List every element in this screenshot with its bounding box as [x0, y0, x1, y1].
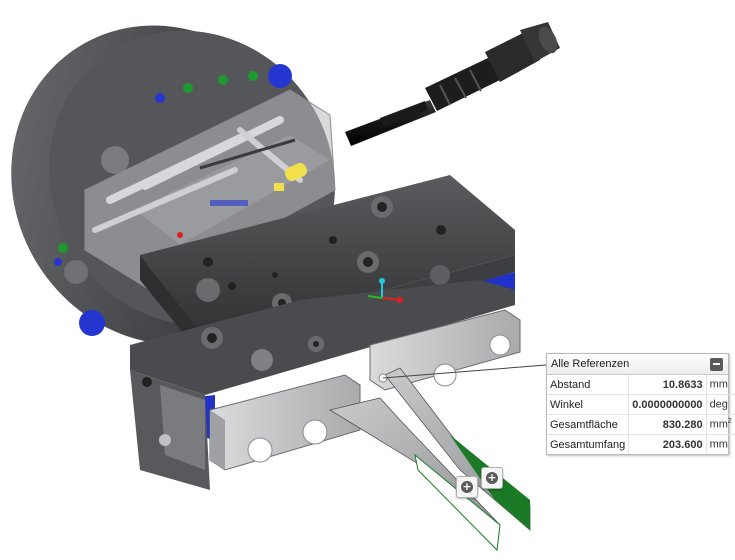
cable-connector [345, 22, 560, 146]
measurement-value: 10.8633 [628, 375, 707, 395]
measurement-row: Winkel 0.0000000000 deg [547, 394, 735, 415]
measurement-label: Winkel [547, 394, 630, 415]
measurement-unit: deg [706, 394, 735, 415]
measurement-panel-header: Alle Referenzen [547, 354, 728, 375]
minus-icon[interactable] [710, 357, 723, 371]
measurement-value: 830.280 [628, 414, 707, 435]
add-measure-button-2[interactable]: + [481, 467, 503, 489]
cad-3d-viewport[interactable] [0, 0, 735, 560]
measurement-label: Gesamtfläche [547, 414, 630, 435]
measurement-value: 203.600 [628, 434, 707, 454]
gripper-jaw-left [209, 374, 361, 471]
measurement-panel: Alle Referenzen Abstand 10.8633 mm Winke… [546, 353, 735, 455]
measurement-unit: mm [706, 434, 735, 454]
measurement-row: Gesamtumfang 203.600 mm [547, 434, 735, 454]
measurement-value: 0.0000000000 [628, 394, 707, 415]
measurement-row: Gesamtfläche 830.280 mm2 [547, 414, 735, 435]
measurement-label: Gesamtumfang [547, 434, 630, 454]
measurement-label: Abstand [547, 375, 630, 395]
measurement-panel-title: Alle Referenzen [551, 358, 630, 370]
measurement-unit: mm [709, 378, 728, 391]
plus-icon: + [461, 480, 473, 493]
measurement-unit: mm2 [706, 414, 735, 435]
plus-icon: + [486, 471, 498, 484]
measurement-row: Abstand 10.8633 mm [547, 375, 735, 395]
gripper-model[interactable] [0, 0, 735, 560]
measurement-table: Abstand 10.8633 mm Winkel 0.0000000000 d… [547, 375, 735, 454]
add-measure-button-1[interactable]: + [456, 476, 478, 498]
